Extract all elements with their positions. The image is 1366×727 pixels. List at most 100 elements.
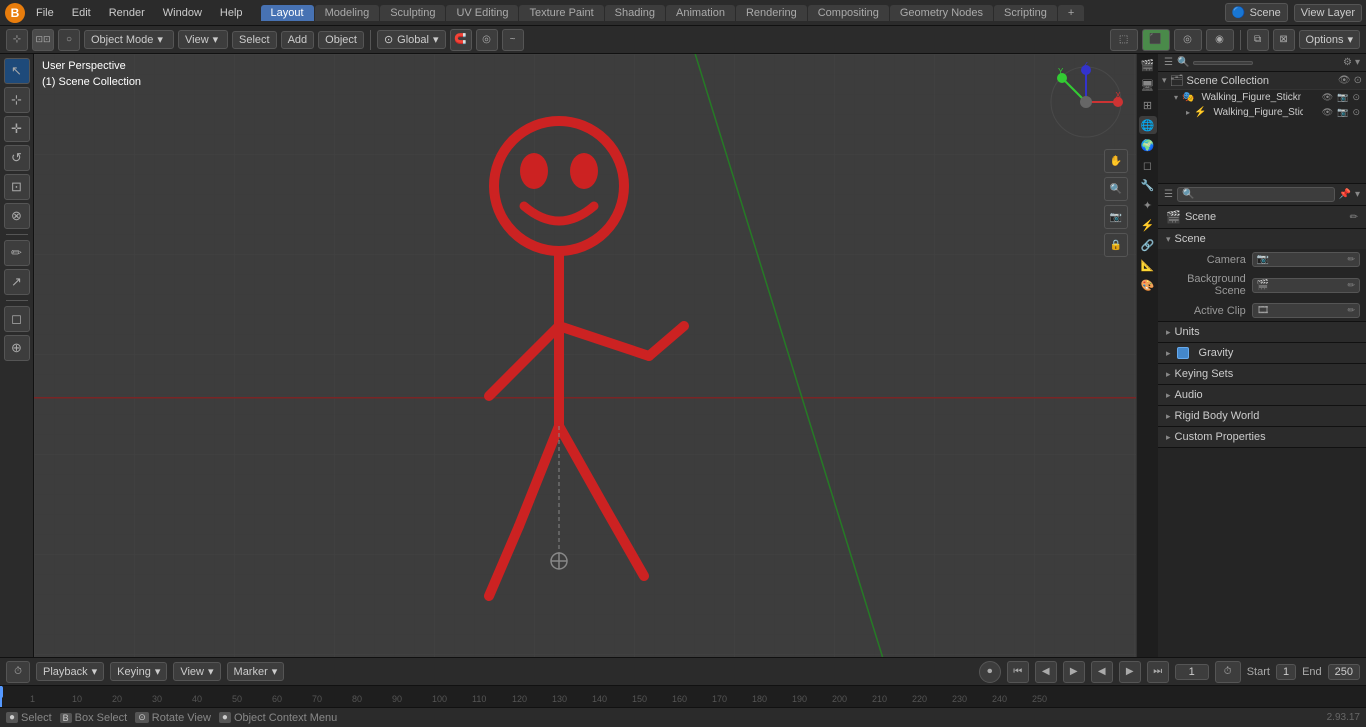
scene-collection-expand[interactable]: ▾ <box>1162 75 1167 86</box>
gravity-header[interactable]: ▸ Gravity <box>1158 343 1366 363</box>
outliner-search-input[interactable] <box>1193 61 1253 65</box>
hand-tool-btn[interactable]: ✋ <box>1104 149 1128 173</box>
play-pause-btn[interactable]: ⏺ <box>979 661 1001 683</box>
background-scene-value[interactable]: 🎬 ✏ <box>1252 278 1360 293</box>
item-rnd-1[interactable]: ⊙ <box>1352 107 1360 118</box>
add-cube-tool[interactable]: ◻ <box>4 306 30 332</box>
select-menu[interactable]: Select <box>232 31 277 49</box>
active-clip-value[interactable]: 🎞 ✏ <box>1252 303 1360 318</box>
props-icon-particles[interactable]: ✦ <box>1139 196 1157 214</box>
shading-material[interactable]: ◎ <box>1174 29 1202 51</box>
menu-edit[interactable]: Edit <box>64 5 99 21</box>
props-expand-icon[interactable]: ▾ <box>1355 189 1360 200</box>
proportional-btn[interactable]: ○ <box>58 29 80 51</box>
playback-dropdown[interactable]: Playback ▾ <box>36 662 104 681</box>
keying-sets-header[interactable]: ▸ Keying Sets <box>1158 364 1366 384</box>
item-render-0[interactable]: ⊙ <box>1352 92 1360 103</box>
props-icon-object[interactable]: ◻ <box>1139 156 1157 174</box>
scene-section-header[interactable]: ▾ Scene <box>1158 229 1366 249</box>
transform-toggle[interactable]: ⊹ <box>6 29 28 51</box>
select-tool[interactable]: ↖ <box>4 58 30 84</box>
scene-selector[interactable]: 🔵 Scene <box>1225 3 1288 22</box>
units-header[interactable]: ▸ Units <box>1158 322 1366 342</box>
play-btn[interactable]: ▶ <box>1063 661 1085 683</box>
camera-view-btn[interactable]: 📷 <box>1104 205 1128 229</box>
view-layer-selector[interactable]: View Layer <box>1294 4 1362 22</box>
jump-start-btn[interactable]: ⏮ <box>1007 661 1029 683</box>
xray-toggle[interactable]: ⊠ <box>1273 29 1295 51</box>
tab-layout[interactable]: Layout <box>261 5 314 21</box>
props-icon-material[interactable]: 🎨 <box>1139 276 1157 294</box>
menu-file[interactable]: File <box>28 5 62 21</box>
bg-scene-browse-icon[interactable]: ✏ <box>1347 280 1355 291</box>
item-restrict-0[interactable]: 👁 <box>1322 92 1333 103</box>
cursor-tool[interactable]: ⊹ <box>4 87 30 113</box>
gravity-checkbox[interactable] <box>1177 347 1189 359</box>
timeline-mode-btn[interactable]: ⏱ <box>6 661 30 683</box>
timeline-ruler[interactable]: 1 1 10 20 30 40 50 60 70 80 90 100 110 1… <box>0 685 1366 707</box>
props-pencil-icon[interactable]: ✏ <box>1350 212 1358 223</box>
viewport[interactable]: User Perspective (1) Scene Collection X … <box>34 54 1136 657</box>
tab-uv-editing[interactable]: UV Editing <box>446 5 518 21</box>
lock-camera-btn[interactable]: 🔒 <box>1104 233 1128 257</box>
navigation-gizmo[interactable]: X Y Z <box>1046 62 1126 142</box>
props-icon-render[interactable]: 🎬 <box>1139 56 1157 74</box>
transform-selector[interactable]: ⊙ Global ▾ <box>377 30 446 49</box>
scale-tool[interactable]: ⊡ <box>4 174 30 200</box>
camera-browse-icon[interactable]: ✏ <box>1347 254 1355 265</box>
shading-solid[interactable]: ⬛ <box>1142 29 1170 51</box>
overlay-toggle[interactable]: ⧉ <box>1247 29 1269 51</box>
props-icon-world[interactable]: 🌍 <box>1139 136 1157 154</box>
props-icon-constraints[interactable]: 🔗 <box>1139 236 1157 254</box>
object-menu[interactable]: Object <box>318 31 364 49</box>
props-icon-scene[interactable]: 🌐 <box>1139 116 1157 134</box>
clip-browse-icon[interactable]: ✏ <box>1347 305 1355 316</box>
tab-shading[interactable]: Shading <box>605 5 665 21</box>
proportional-edit-btn[interactable]: ◎ <box>476 29 498 51</box>
transform-tool[interactable]: ⊗ <box>4 203 30 229</box>
item-cam-1[interactable]: 📷 <box>1337 107 1348 118</box>
snap-btn[interactable]: ⊡⊡ <box>32 29 54 51</box>
measure-tool[interactable]: ↗ <box>4 269 30 295</box>
snap-toggle[interactable]: 🧲 <box>450 29 472 51</box>
item-camera-0[interactable]: 📷 <box>1337 92 1348 103</box>
proportional-connected-btn[interactable]: ~ <box>502 29 524 51</box>
next-frame-btn[interactable]: ▶ <box>1119 661 1141 683</box>
mode-selector[interactable]: Object Mode ▾ <box>84 30 174 49</box>
rigid-body-header[interactable]: ▸ Rigid Body World <box>1158 406 1366 426</box>
tab-compositing[interactable]: Compositing <box>808 5 889 21</box>
rotate-tool[interactable]: ↺ <box>4 145 30 171</box>
props-filter-icon[interactable]: ☰ <box>1164 189 1173 200</box>
outliner-item-0[interactable]: ▾ 🎭 Walking_Figure_Stickman_Re 👁 📷 ⊙ <box>1158 90 1366 105</box>
menu-render[interactable]: Render <box>101 5 153 21</box>
tab-add[interactable]: + <box>1058 5 1084 21</box>
move-tool[interactable]: ✛ <box>4 116 30 142</box>
more-tools[interactable]: ⊕ <box>4 335 30 361</box>
shading-rendered[interactable]: ◉ <box>1206 29 1234 51</box>
props-icon-output[interactable]: 🖥 <box>1139 76 1157 94</box>
play-reverse-btn[interactable]: ◀ <box>1091 661 1113 683</box>
collection-visibility[interactable]: 👁 <box>1338 75 1351 86</box>
tab-texture-paint[interactable]: Texture Paint <box>519 5 603 21</box>
item-vis-1[interactable]: 👁 <box>1322 107 1333 118</box>
annotate-tool[interactable]: ✏ <box>4 240 30 266</box>
props-icon-modifier[interactable]: 🔧 <box>1139 176 1157 194</box>
props-icon-data[interactable]: 📐 <box>1139 256 1157 274</box>
camera-value[interactable]: 📷 ✏ <box>1252 252 1360 267</box>
collection-exclude[interactable]: ⊙ <box>1354 75 1362 86</box>
add-menu[interactable]: Add <box>281 31 315 49</box>
tab-rendering[interactable]: Rendering <box>736 5 807 21</box>
options-dropdown[interactable]: Options ▾ <box>1299 30 1360 49</box>
fps-btn[interactable]: ⏱ <box>1215 661 1241 683</box>
filter-icon[interactable]: ☰ <box>1164 57 1173 68</box>
end-frame-input[interactable]: 250 <box>1335 666 1353 678</box>
zoom-btn[interactable]: 🔍 <box>1104 177 1128 201</box>
custom-props-header[interactable]: ▸ Custom Properties <box>1158 427 1366 447</box>
menu-help[interactable]: Help <box>212 5 251 21</box>
outliner-display-btn[interactable]: ▾ <box>1355 57 1360 68</box>
tab-sculpting[interactable]: Sculpting <box>380 5 445 21</box>
marker-dropdown[interactable]: Marker ▾ <box>227 662 285 681</box>
props-icon-view-layer[interactable]: ⊞ <box>1139 96 1157 114</box>
outliner-filter-btn[interactable]: ⚙ <box>1343 57 1352 68</box>
outliner-search-icon[interactable]: 🔍 <box>1177 57 1189 68</box>
